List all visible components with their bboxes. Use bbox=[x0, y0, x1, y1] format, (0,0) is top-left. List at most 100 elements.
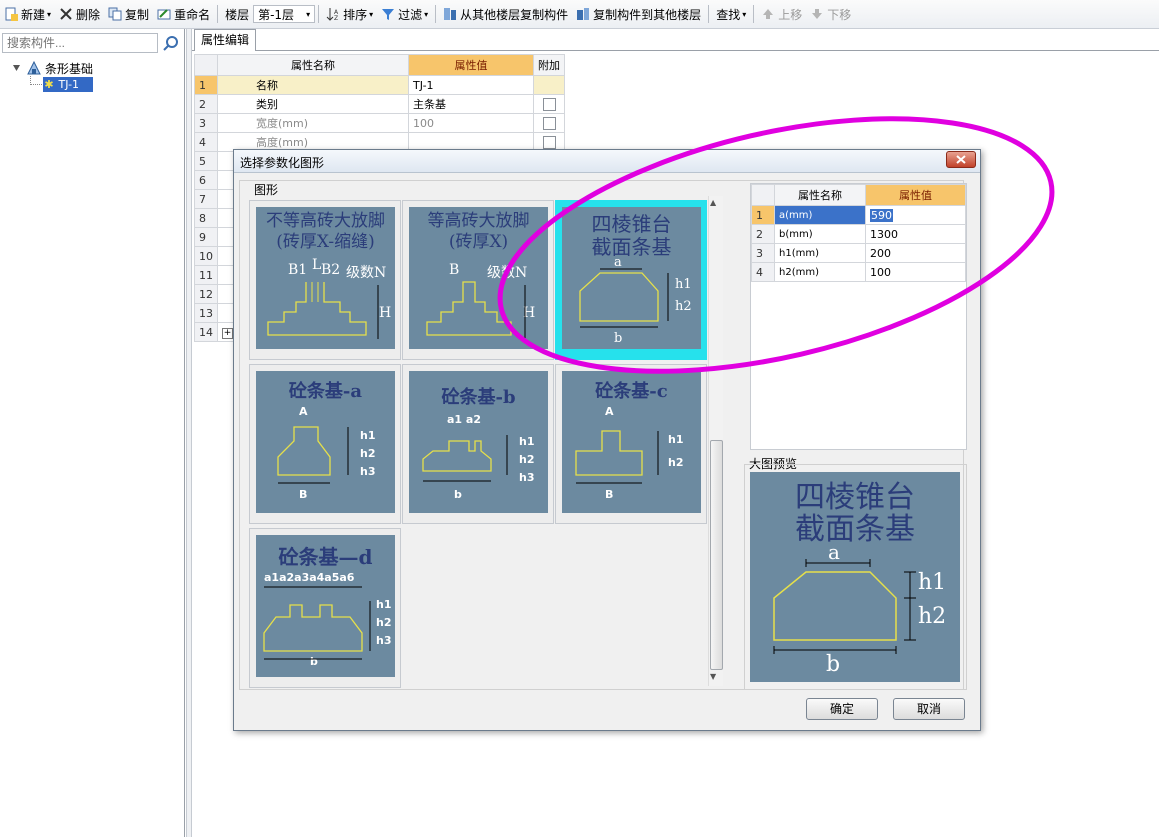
scroll-down-icon[interactable]: ▼ bbox=[710, 672, 716, 681]
svg-text:Z: Z bbox=[334, 15, 338, 21]
scroll-up-icon[interactable]: ▲ bbox=[710, 198, 716, 207]
extra-checkbox-cell[interactable] bbox=[533, 94, 565, 114]
close-icon bbox=[956, 155, 966, 164]
param-value[interactable]: 1300 bbox=[865, 224, 966, 244]
tab-property-edit[interactable]: 属性编辑 bbox=[194, 29, 257, 51]
move-up-button[interactable]: 上移 bbox=[757, 2, 806, 26]
search-icon[interactable] bbox=[160, 33, 182, 53]
copy-from-floor-icon bbox=[443, 7, 457, 21]
table-row[interactable]: 4 h2(mm) 100 bbox=[751, 262, 966, 282]
property-value[interactable]: 主条基 bbox=[408, 94, 534, 114]
delete-button[interactable]: 删除 bbox=[55, 2, 104, 26]
rename-button[interactable]: 重命名 bbox=[153, 2, 214, 26]
toolbar-divider bbox=[435, 5, 437, 23]
chevron-down-icon: ▾ bbox=[47, 9, 52, 19]
group-label: 图形 bbox=[252, 181, 281, 198]
chevron-down-icon: ▾ bbox=[424, 9, 429, 19]
row-number: 13 bbox=[194, 303, 218, 323]
toolbar-divider bbox=[318, 5, 320, 23]
rename-icon bbox=[157, 7, 171, 21]
property-value[interactable]: TJ-1 bbox=[408, 75, 534, 95]
copy-button[interactable]: 复制 bbox=[104, 2, 153, 26]
tree-expander-icon[interactable] bbox=[12, 62, 22, 76]
floor-select[interactable]: 第-1层 ▾ bbox=[253, 5, 316, 23]
copy-to-floor-icon bbox=[576, 7, 590, 21]
tree-item-strip-foundation[interactable]: 条形基础 bbox=[45, 60, 93, 77]
shape-list-scrollbar[interactable]: ▲ ▼ bbox=[708, 196, 723, 686]
sort-button[interactable]: AZ 排序 ▾ bbox=[322, 2, 377, 26]
extra-checkbox-cell[interactable] bbox=[533, 113, 565, 133]
grid-corner bbox=[194, 54, 218, 76]
shape-thumb-concrete-d[interactable]: 砼条基—d a1a2a3a4a5a6 h1 h2 h3 b bbox=[249, 528, 401, 688]
extra-checkbox[interactable] bbox=[542, 97, 556, 111]
panel-splitter[interactable] bbox=[186, 29, 192, 837]
close-button[interactable] bbox=[946, 151, 976, 168]
shape-thumb-truncated-pyramid[interactable]: 四棱锥台 截面条基 a h1 h2 b bbox=[555, 200, 707, 360]
dialog-titlebar[interactable]: 选择参数化图形 bbox=[234, 150, 980, 173]
move-down-button[interactable]: 下移 bbox=[806, 2, 855, 26]
preview-drawing bbox=[773, 559, 916, 654]
param-value[interactable]: 590 bbox=[870, 208, 893, 222]
dialog-title: 选择参数化图形 bbox=[240, 156, 325, 170]
copy-icon bbox=[108, 7, 122, 21]
scrollbar-thumb[interactable] bbox=[710, 440, 723, 670]
find-button[interactable]: 查找 ▾ bbox=[712, 2, 750, 26]
row-number: 12 bbox=[194, 284, 218, 304]
toolbar-divider bbox=[753, 5, 755, 23]
shape-drawing bbox=[575, 430, 659, 484]
toolbar-divider bbox=[217, 5, 219, 23]
table-row[interactable]: 1 名称 TJ-1 bbox=[194, 75, 565, 95]
expand-plus-icon[interactable]: + bbox=[222, 328, 233, 339]
shape-thumb-equal-brick[interactable]: 等高砖大放脚 (砖厚X) B 级数N H bbox=[402, 200, 554, 360]
shape-thumb-concrete-c[interactable]: 砼条基-c A h1 h2 B bbox=[555, 364, 707, 524]
param-value[interactable]: 200 bbox=[865, 243, 966, 263]
tab-strip bbox=[192, 29, 1159, 51]
preview-image: 四棱锥台 截面条基 a h1 h2 b bbox=[750, 472, 960, 682]
param-name: a(mm) bbox=[774, 205, 866, 225]
row-number: 4 bbox=[751, 262, 775, 282]
row-number: 2 bbox=[751, 224, 775, 244]
table-row[interactable]: 3 宽度(mm) 100 bbox=[194, 113, 565, 133]
copy-from-floor-button[interactable]: 从其他楼层复制构件 bbox=[439, 2, 572, 26]
shape-thumb-concrete-b[interactable]: 砼条基-b a1 a2 h1 h2 h3 b bbox=[402, 364, 554, 524]
floor-label: 楼层 bbox=[225, 7, 250, 22]
table-row[interactable]: 3 h1(mm) 200 bbox=[751, 243, 966, 263]
new-button[interactable]: 新建 ▾ bbox=[0, 2, 55, 26]
shape-drawing bbox=[277, 426, 349, 484]
copy-to-floor-button[interactable]: 复制构件到其他楼层 bbox=[572, 2, 705, 26]
row-number: 1 bbox=[751, 205, 775, 225]
shape-drawing bbox=[267, 282, 379, 339]
extra-checkbox[interactable] bbox=[542, 135, 556, 149]
param-value-cell[interactable]: 590 bbox=[865, 205, 966, 225]
gear-icon: ✱ bbox=[44, 78, 54, 91]
extra-cell bbox=[533, 75, 565, 95]
shape-thumb-unequal-brick[interactable]: 不等高砖大放脚 (砖厚X-缩缝) B1 L B2 级数N H bbox=[249, 200, 401, 360]
extra-checkbox[interactable] bbox=[542, 116, 556, 130]
param-name: h1(mm) bbox=[774, 243, 866, 263]
param-table: 属性名称 属性值 1 a(mm) 590 2 b(mm) 1300 3 h1(m… bbox=[751, 184, 966, 282]
shape-drawing bbox=[263, 586, 371, 660]
component-tree-panel bbox=[0, 29, 185, 837]
shape-thumb-concrete-a[interactable]: 砼条基-a A h1 h2 h3 B bbox=[249, 364, 401, 524]
property-value[interactable]: 100 bbox=[408, 113, 534, 133]
row-number: 3 bbox=[194, 113, 218, 133]
toolbar-divider bbox=[708, 5, 710, 23]
table-row[interactable]: 2 b(mm) 1300 bbox=[751, 224, 966, 244]
filter-button[interactable]: 过滤 ▾ bbox=[377, 2, 432, 26]
row-number: 14 bbox=[194, 322, 218, 342]
property-name: 名称 bbox=[217, 75, 409, 95]
table-row[interactable]: 1 a(mm) 590 bbox=[751, 205, 966, 225]
arrow-up-icon bbox=[761, 7, 775, 21]
row-number: 10 bbox=[194, 246, 218, 266]
param-value[interactable]: 100 bbox=[865, 262, 966, 282]
ok-button[interactable]: 确定 bbox=[806, 698, 878, 720]
tree-item-tj1[interactable]: ✱ TJ-1 bbox=[43, 77, 93, 92]
cancel-button[interactable]: 取消 bbox=[893, 698, 965, 720]
search-input[interactable] bbox=[2, 33, 158, 53]
row-number: 11 bbox=[194, 265, 218, 285]
row-number: 8 bbox=[194, 208, 218, 228]
row-number: 3 bbox=[751, 243, 775, 263]
row-number: 2 bbox=[194, 94, 218, 114]
table-row[interactable]: 2 类别 主条基 bbox=[194, 94, 565, 114]
shape-drawing bbox=[426, 281, 526, 339]
